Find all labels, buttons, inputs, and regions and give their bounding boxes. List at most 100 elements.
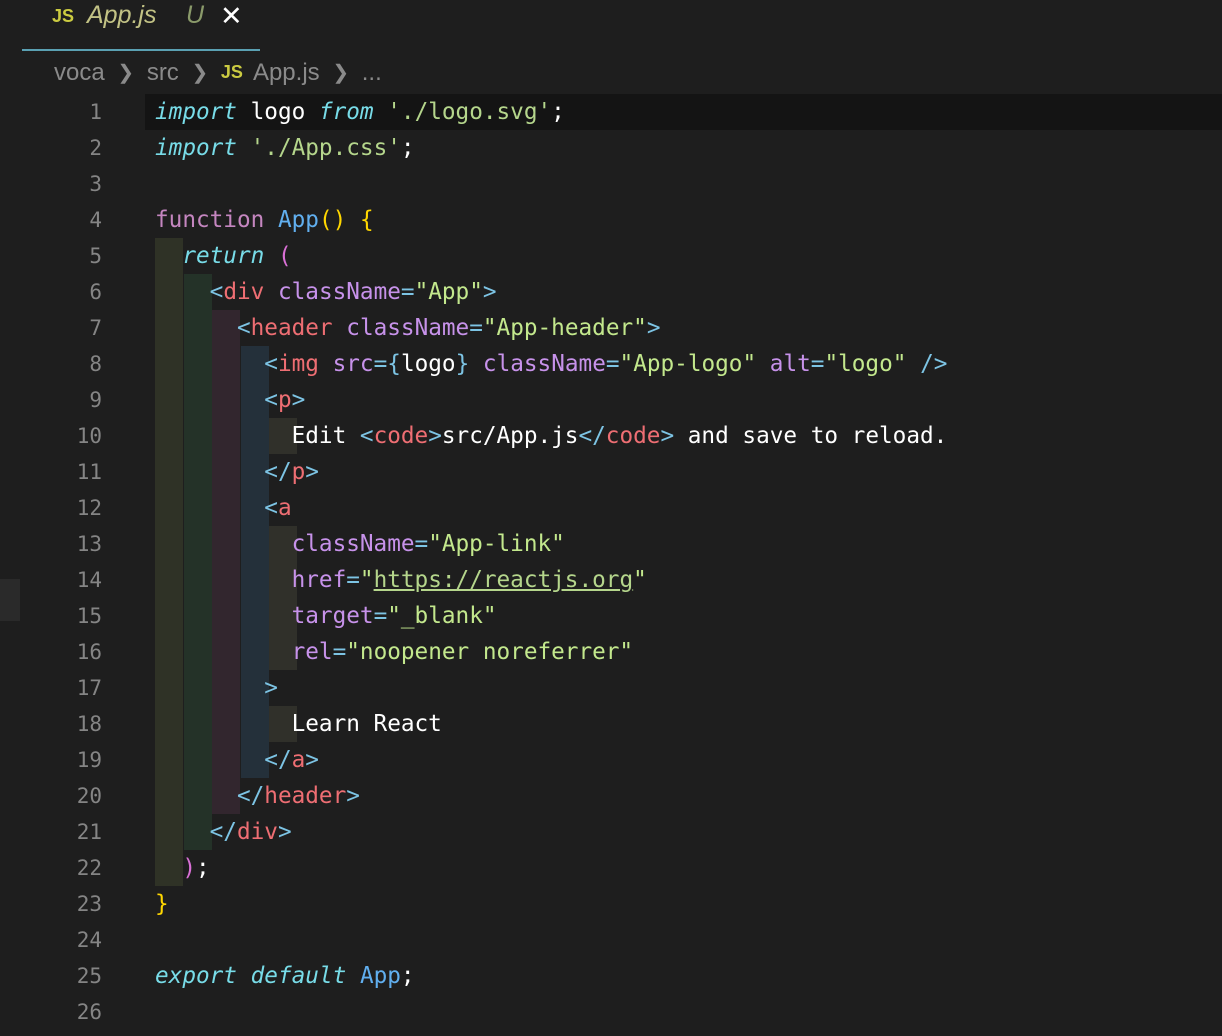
code-line: ​ bbox=[155, 994, 947, 1030]
code-token: logo bbox=[400, 351, 456, 377]
code-token: > bbox=[646, 315, 661, 341]
line-number: 20 bbox=[76, 784, 102, 808]
code-token: className bbox=[346, 315, 470, 341]
code-token: = bbox=[400, 279, 415, 305]
code-editor[interactable]: 1 2 3 4 5 6 7 8 9 10 11 12 13 14 15 16 17 18 19 20 21 22 23 24 2… bbox=[0, 94, 1222, 1036]
code-token: App bbox=[359, 963, 401, 989]
code-token: "App-link" bbox=[428, 531, 565, 557]
code-token: App bbox=[277, 207, 319, 233]
code-token: import bbox=[155, 135, 237, 161]
code-line: className="App-link" bbox=[155, 526, 947, 562]
code-line: Learn React bbox=[155, 706, 947, 742]
code-line: <header className="App-header"> bbox=[155, 310, 947, 346]
line-number: 13 bbox=[76, 532, 102, 556]
line-number: 14 bbox=[76, 568, 102, 592]
code-line: Edit <code>src/App.js</code> and save to… bbox=[155, 418, 948, 454]
close-icon[interactable]: ✕ bbox=[220, 2, 243, 30]
code-line: <img src={logo} className="App-logo" alt… bbox=[155, 346, 947, 382]
code-token: < bbox=[209, 279, 224, 305]
code-token: > bbox=[482, 279, 497, 305]
code-token: ) bbox=[182, 855, 196, 881]
code-token: < bbox=[264, 387, 278, 413]
code-token: </ bbox=[264, 459, 292, 485]
breadcrumb-item-voca[interactable]: voca bbox=[54, 59, 105, 87]
code-token: ; bbox=[400, 963, 415, 989]
chevron-right-icon: ❯ bbox=[332, 62, 350, 85]
code-token: href bbox=[291, 567, 347, 593]
code-line: } bbox=[155, 886, 947, 922]
code-token: return bbox=[182, 243, 265, 269]
code-token: p bbox=[277, 387, 292, 413]
breadcrumb-item-symbols[interactable]: ... bbox=[362, 59, 382, 87]
line-number: 1 bbox=[89, 100, 102, 124]
code-token: p bbox=[291, 459, 306, 485]
line-number: 26 bbox=[76, 1000, 102, 1024]
code-token: </ bbox=[264, 747, 292, 773]
code-token: target bbox=[291, 603, 374, 629]
code-token: > bbox=[305, 459, 319, 485]
line-number: 11 bbox=[76, 460, 102, 484]
code-line: <div className="App"> bbox=[155, 274, 947, 310]
line-number: 10 bbox=[76, 424, 102, 448]
code-line: ​ bbox=[155, 166, 947, 202]
chevron-right-icon: ❯ bbox=[117, 62, 135, 85]
line-number: 25 bbox=[76, 964, 102, 988]
line-number: 22 bbox=[76, 856, 102, 880]
code-token: </ bbox=[578, 423, 606, 449]
code-token: > bbox=[428, 423, 442, 449]
code-token: rel bbox=[291, 639, 333, 665]
code-token: " bbox=[359, 567, 374, 593]
code-token: = bbox=[332, 639, 347, 665]
code-token: https://reactjs.org bbox=[373, 567, 634, 593]
breadcrumb-item-src[interactable]: src bbox=[147, 59, 179, 87]
code-token: "_blank" bbox=[387, 603, 497, 629]
code-token: > bbox=[277, 819, 292, 845]
code-token: " bbox=[633, 567, 647, 593]
code-token: function bbox=[155, 207, 265, 233]
line-number-gutter: 1 2 3 4 5 6 7 8 9 10 11 12 13 14 15 16 17 18 19 20 21 22 23 24 2… bbox=[0, 94, 110, 1030]
breadcrumb: voca ❯ src ❯ JS App.js ❯ ... bbox=[54, 58, 382, 90]
code-token: /> bbox=[920, 351, 948, 377]
line-number: 12 bbox=[76, 496, 102, 520]
code-token: () bbox=[318, 207, 347, 233]
line-number: 9 bbox=[89, 388, 102, 412]
tab-app-js[interactable]: JS App.js U ✕ bbox=[22, 0, 260, 51]
line-number: 5 bbox=[89, 244, 102, 268]
code-lines[interactable]: import logo from './logo.svg'; import './… bbox=[155, 94, 947, 1030]
line-number: 7 bbox=[89, 316, 102, 340]
code-token: = bbox=[414, 531, 429, 557]
code-line: <a bbox=[155, 490, 947, 526]
code-token: header bbox=[250, 315, 333, 341]
code-line: </a> bbox=[155, 742, 947, 778]
code-line: ​ bbox=[155, 922, 947, 958]
line-number: 19 bbox=[76, 748, 102, 772]
code-token: = bbox=[373, 351, 388, 377]
code-line: <p> bbox=[155, 382, 947, 418]
code-token: > bbox=[264, 675, 278, 701]
code-token: from bbox=[318, 99, 374, 125]
code-token: default bbox=[250, 963, 347, 989]
code-token: } bbox=[455, 351, 470, 377]
code-token: './App.css' bbox=[250, 135, 401, 161]
code-token: code bbox=[373, 423, 429, 449]
breadcrumb-item-app-js[interactable]: JS App.js bbox=[221, 58, 320, 87]
line-number: 18 bbox=[76, 712, 102, 736]
line-number: 8 bbox=[89, 352, 102, 376]
code-token: src bbox=[332, 351, 374, 377]
